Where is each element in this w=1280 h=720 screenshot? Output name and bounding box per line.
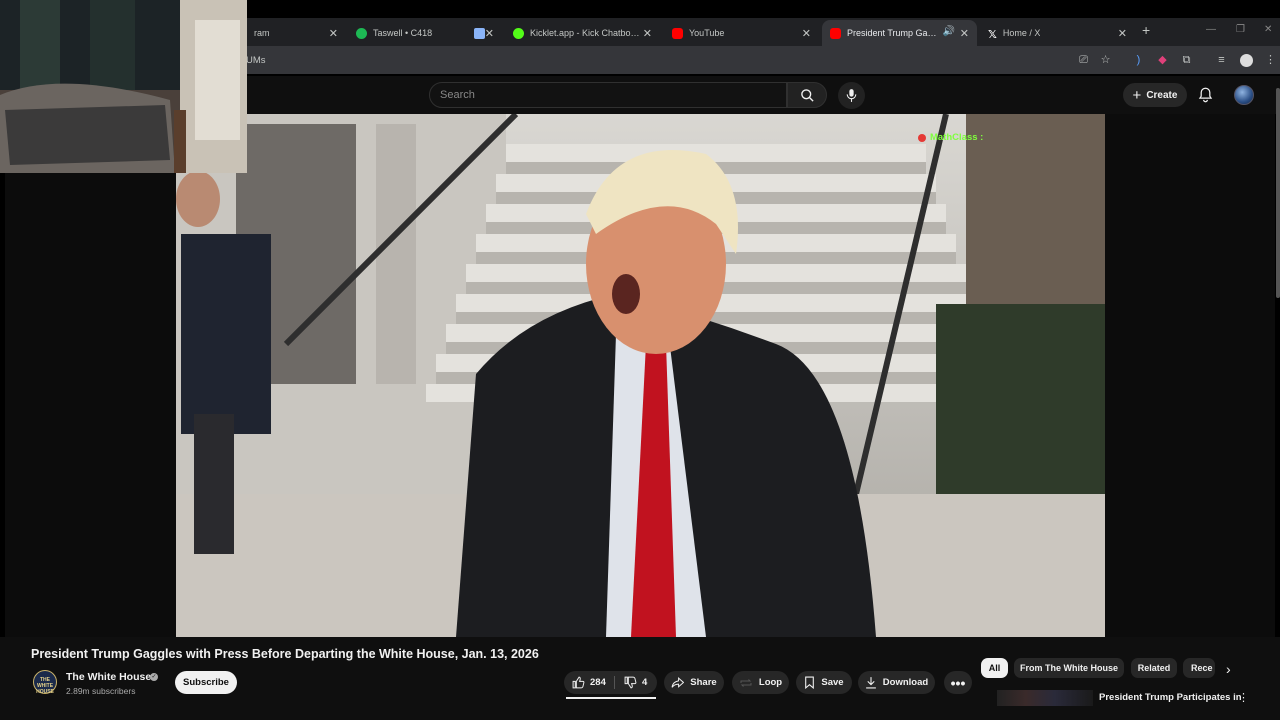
tab-screen[interactable] [466, 20, 502, 46]
search-input[interactable] [440, 89, 776, 101]
kicklet-icon [513, 27, 524, 39]
close-icon[interactable]: ✕ [960, 27, 969, 40]
minimize-icon[interactable]: — [1206, 24, 1216, 35]
tab-kicklet[interactable]: Kicklet.app - Kick Chatbot and ✕ [505, 20, 660, 46]
create-label: Create [1146, 89, 1178, 101]
screen-icon [474, 27, 485, 39]
search-box[interactable] [429, 82, 787, 108]
chip-all[interactable]: All [981, 658, 1008, 678]
channel-avatar[interactable]: THE WHITE HOUSE [33, 670, 57, 695]
loop-icon [740, 678, 752, 687]
close-icon[interactable]: ✕ [329, 27, 338, 40]
like-button[interactable]: 284 [572, 671, 606, 694]
restore-icon[interactable]: ❐ [1236, 24, 1245, 35]
youtube-icon [830, 27, 841, 39]
create-button[interactable]: + Create [1123, 83, 1187, 107]
live-dot-icon [918, 133, 926, 142]
channel-name[interactable]: The White House [66, 671, 151, 683]
subscriber-count: 2.89m subscribers [66, 686, 136, 696]
tab-title: Home / X [1002, 28, 1041, 38]
download-icon [865, 677, 876, 689]
chip-recent[interactable]: Rece [1183, 658, 1215, 678]
save-label: Save [821, 677, 844, 688]
microphone-icon [846, 89, 857, 102]
download-label: Download [882, 677, 929, 688]
share-label: Share [690, 677, 717, 688]
address-text[interactable]: UMs [246, 55, 266, 66]
close-window-icon[interactable]: ✕ [1264, 24, 1272, 35]
thumbs-down-icon [624, 676, 637, 689]
recommendation-thumbnail[interactable] [997, 690, 1093, 706]
video-title: President Trump Gaggles with Press Befor… [31, 647, 539, 661]
tab-title: Taswell • C418 [373, 28, 433, 38]
like-dislike-group: 284 4 [564, 671, 657, 694]
tab-title: ram [254, 28, 270, 38]
webcam-room-illustration [0, 0, 247, 173]
share-icon [671, 676, 685, 688]
scrollbar[interactable] [1276, 88, 1280, 298]
search-button[interactable] [787, 82, 827, 108]
tab-title: President Trump Gaggles w [847, 28, 939, 38]
search-icon [800, 88, 814, 102]
loop-label: Loop [758, 677, 783, 688]
close-icon[interactable]: ✕ [1118, 27, 1127, 40]
recommendation-title[interactable]: President Trump Participates in [1099, 692, 1242, 703]
like-count: 284 [590, 677, 606, 688]
chip-from-channel[interactable]: From The White House [1014, 658, 1124, 678]
chat-overlay-user: MathClass : [930, 132, 984, 143]
user-avatar[interactable] [1234, 85, 1254, 105]
extension-audio-icon[interactable]: ) [1132, 54, 1145, 67]
loop-button[interactable]: Loop [732, 671, 789, 694]
more-vertical-icon[interactable]: ⋮ [1238, 691, 1249, 704]
video-player[interactable]: MathClass : [176, 114, 1105, 637]
tab-title: Kicklet.app - Kick Chatbot and [530, 28, 640, 38]
voice-search-button[interactable] [838, 82, 865, 109]
webcam-overlay [0, 0, 247, 173]
channel-avatar-text: THE WHITE HOUSE [36, 677, 54, 695]
chevron-right-icon[interactable]: › [1226, 661, 1231, 677]
extension-icon[interactable]: ◆ [1156, 54, 1169, 67]
tab-president-trump[interactable]: President Trump Gaggles w 🔊 ✕ [822, 20, 977, 46]
more-actions-button[interactable]: ••• [944, 671, 972, 694]
profile-icon[interactable] [1240, 54, 1253, 67]
tab-x-home[interactable]: 𝕏 Home / X ✕ [980, 20, 1135, 46]
subscribe-button[interactable]: Subscribe [175, 671, 237, 694]
bookmark-star-icon[interactable]: ☆ [1099, 54, 1112, 67]
more-horizontal-icon: ••• [950, 674, 966, 691]
share-button[interactable]: Share [664, 671, 724, 694]
chip-related[interactable]: Related [1131, 658, 1177, 678]
like-divider [614, 676, 615, 689]
close-icon[interactable]: ✕ [643, 27, 652, 40]
tab-youtube[interactable]: YouTube ✕ [664, 20, 819, 46]
new-tab-icon[interactable]: + [1142, 22, 1150, 38]
dislike-count: 4 [642, 677, 648, 688]
x-icon: 𝕏 [988, 28, 997, 41]
close-icon[interactable]: ✕ [802, 27, 811, 40]
plus-icon: + [1132, 86, 1142, 104]
cast-icon[interactable]: ⎚ [1077, 54, 1090, 67]
verified-icon: ✓ [150, 673, 158, 681]
more-menu-icon[interactable]: ⋮ [1264, 54, 1277, 67]
extensions-puzzle-icon[interactable]: ⧉ [1180, 54, 1193, 67]
media-control-icon[interactable]: ≡ [1215, 54, 1228, 67]
tab-title: YouTube [689, 28, 725, 38]
tab-ram[interactable]: ram ✕ [246, 20, 346, 46]
like-progress-underline [566, 697, 656, 699]
bookmark-icon [805, 676, 815, 689]
thumbs-up-icon [572, 676, 585, 689]
download-button[interactable]: Download [858, 671, 935, 694]
notifications-bell-icon[interactable] [1198, 87, 1213, 103]
save-button[interactable]: Save [796, 671, 852, 694]
speaker-icon[interactable]: 🔊 [943, 26, 955, 37]
video-frame-illustration [176, 114, 1105, 637]
dislike-button[interactable]: 4 [624, 671, 647, 694]
youtube-icon [672, 27, 683, 39]
chat-overlay: MathClass : [918, 132, 983, 143]
spotify-icon [356, 27, 367, 39]
